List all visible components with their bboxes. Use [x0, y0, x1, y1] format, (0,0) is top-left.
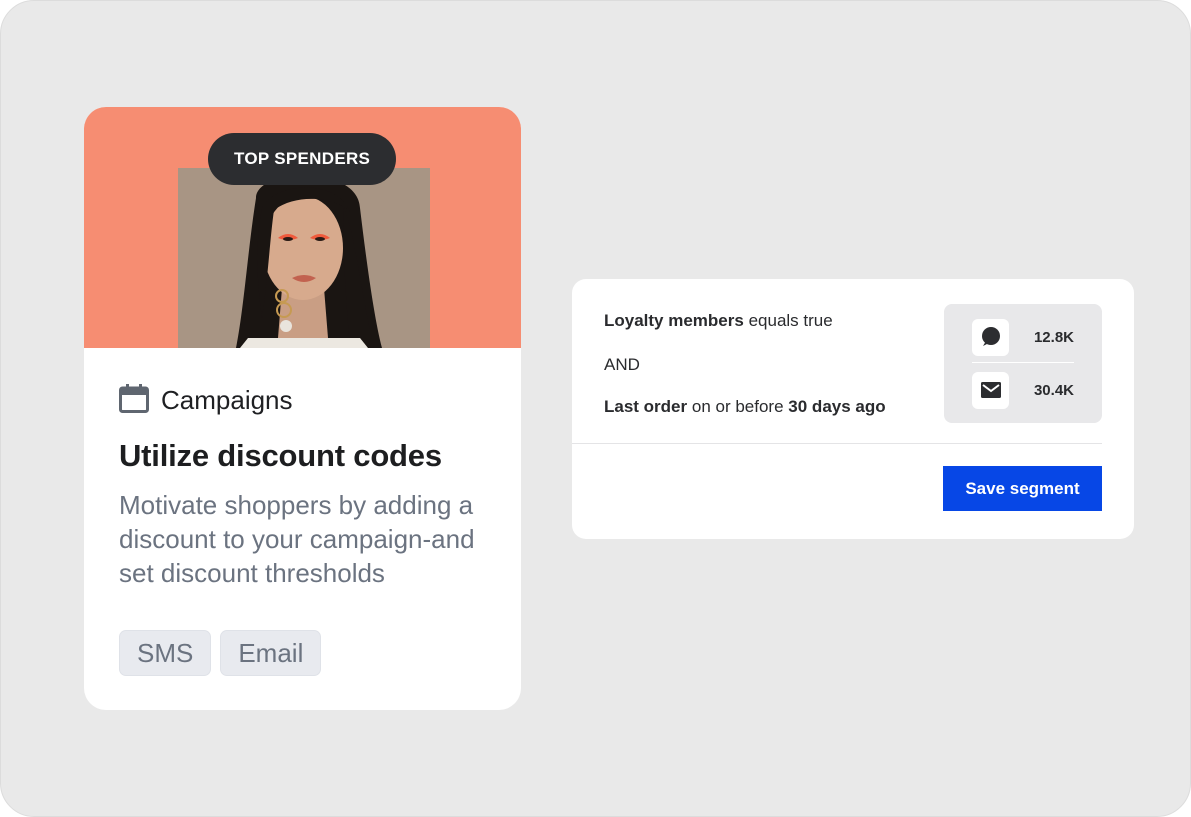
section-divider	[572, 443, 1102, 444]
rule-operator: equals true	[748, 311, 833, 330]
email-count-row: 30.4K	[972, 371, 1074, 409]
card-body: Campaigns Utilize discount codes Motivat…	[119, 383, 491, 590]
rule-field: Last order	[604, 397, 688, 416]
envelope-icon	[972, 371, 1009, 409]
sms-count: 12.8K	[1033, 328, 1074, 346]
stats-divider	[972, 362, 1074, 363]
rule-loyalty[interactable]: Loyalty members equals true	[604, 311, 833, 331]
calendar-icon	[119, 383, 149, 418]
top-spenders-badge: TOP SPENDERS	[208, 133, 397, 185]
canvas-background: TOP SPENDERS Campaigns Utilize discount …	[0, 0, 1191, 817]
email-count: 30.4K	[1033, 381, 1074, 399]
segment-card: Loyalty members equals true AND Last ord…	[572, 279, 1134, 539]
channel-tags: SMS Email	[119, 630, 322, 676]
category-row: Campaigns	[119, 383, 491, 418]
portrait-illustration	[178, 168, 430, 348]
save-segment-button[interactable]: Save segment	[943, 466, 1102, 511]
card-description: Motivate shoppers by adding a discount t…	[119, 490, 475, 588]
segment-stats: 12.8K 30.4K	[944, 304, 1102, 423]
rule-last-order[interactable]: Last order on or before 30 days ago	[604, 397, 886, 417]
card-hero: TOP SPENDERS	[84, 107, 521, 348]
portrait-photo	[178, 168, 430, 348]
rule-operator: on or before	[691, 397, 784, 416]
card-title: Utilize discount codes	[119, 438, 442, 473]
rule-conjunction: AND	[604, 355, 640, 374]
campaign-card[interactable]: TOP SPENDERS Campaigns Utilize discount …	[84, 107, 521, 710]
tag-sms[interactable]: SMS	[119, 630, 212, 676]
sms-count-row: 12.8K	[972, 318, 1074, 356]
tag-email[interactable]: Email	[220, 630, 322, 676]
chat-bubble-icon	[972, 318, 1009, 356]
rule-value: 30 days ago	[788, 397, 886, 416]
category-label: Campaigns	[161, 385, 293, 415]
rule-field: Loyalty members	[604, 311, 744, 330]
